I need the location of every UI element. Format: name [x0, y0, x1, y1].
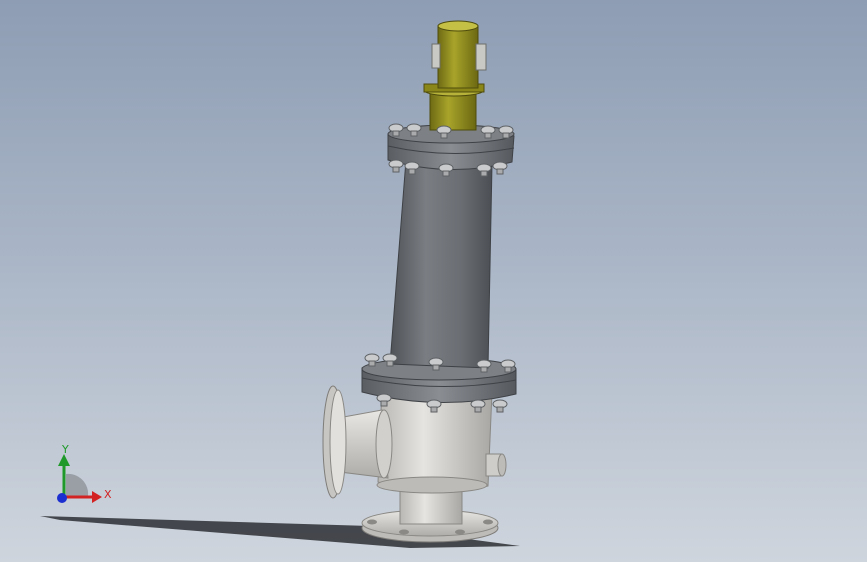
z-axis-dot: [57, 493, 67, 503]
bolt-nut: [430, 406, 438, 413]
bolt-nut: [380, 400, 388, 407]
bolt-nut: [484, 132, 492, 139]
bolt-nut: [408, 168, 416, 175]
bolt-nut: [496, 168, 504, 175]
triad-y-label: Y: [62, 443, 69, 456]
bolt-nut: [392, 130, 400, 137]
triad-x-label: X: [104, 488, 112, 501]
bonnet: [389, 159, 493, 369]
bolt-nut: [368, 360, 376, 367]
actuator-cap: [423, 20, 487, 131]
bolt-nut: [386, 360, 394, 367]
bolt-nut: [496, 406, 504, 413]
bolt-nut: [502, 132, 510, 139]
bolt-nut: [432, 364, 440, 371]
bolt-nut: [410, 130, 418, 137]
bolt-nut: [440, 132, 448, 139]
3d-model-view[interactable]: [0, 0, 867, 562]
graphics-viewport[interactable]: Y X: [0, 0, 867, 562]
bolt-nut: [504, 366, 512, 373]
view-orientation-triad[interactable]: Y X: [40, 440, 120, 510]
bolt-nut: [480, 366, 488, 373]
bolt-nut: [480, 170, 488, 177]
bolt-nut: [474, 406, 482, 413]
drain-boss: [485, 453, 507, 477]
x-axis-arrow: [92, 491, 102, 503]
bolt-nut: [442, 170, 450, 177]
bolt-nut: [392, 166, 400, 173]
triad-arc: [66, 473, 89, 496]
